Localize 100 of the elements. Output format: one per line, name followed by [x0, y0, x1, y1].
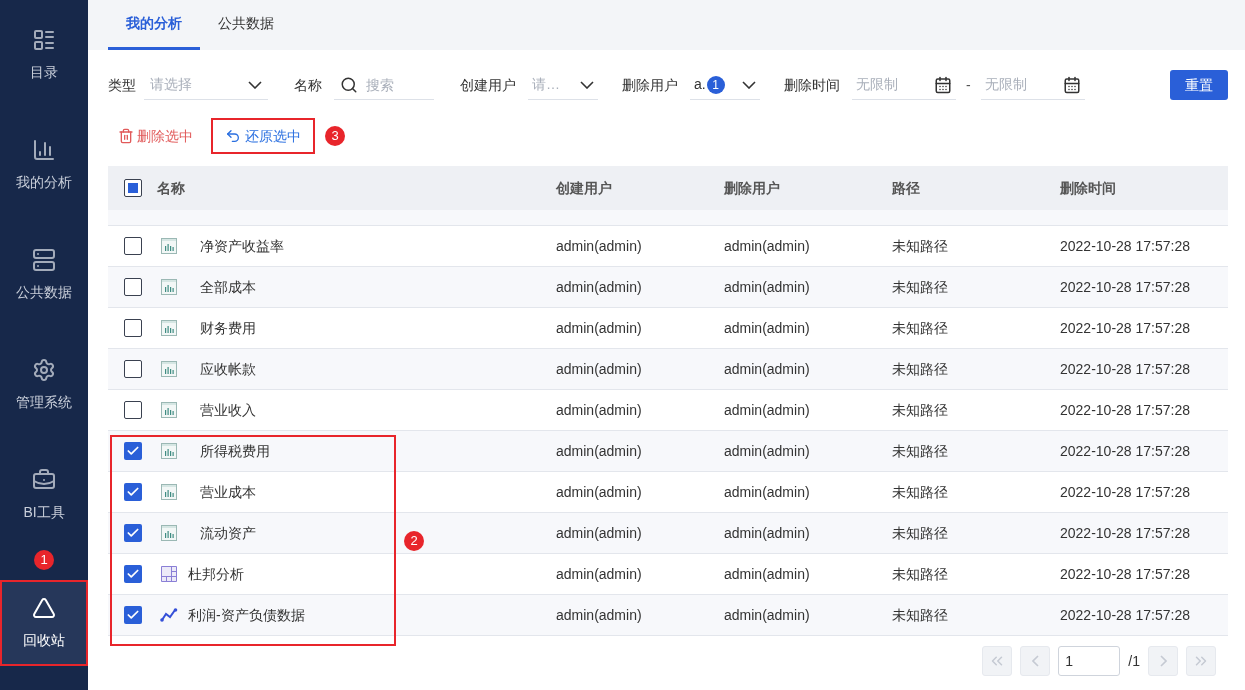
table-cell: admin(admin) [556, 401, 642, 418]
table-cell-text: 所得税费用 [200, 441, 270, 461]
settings-icon [32, 357, 56, 382]
sidebar-item[interactable]: 目录 [0, 0, 88, 110]
filter-label: 删除用户 [622, 75, 678, 95]
table-cell: 2022-10-28 17:57:28 [1060, 442, 1190, 459]
chevron-down-icon [248, 80, 262, 89]
toolbox-icon [32, 467, 56, 492]
bar-chart-icon [161, 320, 177, 336]
check-icon [126, 485, 140, 499]
triangle-icon [32, 595, 56, 620]
check-icon [126, 444, 140, 458]
restore-selected-button[interactable]: 还原选中 [211, 118, 315, 154]
filter-label: 删除时间 [784, 75, 840, 95]
table-cell: 未知路径 [892, 319, 948, 336]
checkbox[interactable] [124, 442, 142, 460]
chevron-left-icon [1031, 655, 1039, 667]
table-cell: admin(admin) [556, 319, 642, 336]
callout-badge: 3 [325, 126, 345, 146]
check-icon [126, 526, 140, 540]
trash-icon [118, 128, 134, 144]
table-cell: admin(admin) [556, 360, 642, 377]
table-cell-text: 营业收入 [200, 400, 256, 420]
table-row[interactable]: 所得税费用 admin(admin) admin(admin) 未知路径 2022-10-28 17:57:28 [108, 431, 1228, 472]
check-icon [126, 608, 140, 622]
bar-chart-icon [161, 238, 177, 254]
checkbox[interactable] [124, 319, 142, 337]
undo-icon [225, 128, 241, 144]
table-cell-text: 流动资产 [200, 523, 256, 543]
table-row[interactable]: 应收帐款 admin(admin) admin(admin) 未知路径 2022-10-28 17:57:28 [108, 349, 1228, 390]
table-cell: 2022-10-28 17:57:28 [1060, 524, 1190, 541]
sidebar-item[interactable]: 回收站 [0, 580, 88, 666]
bar-chart-icon [161, 525, 177, 541]
table-cell: admin(admin) [724, 442, 810, 459]
table-cell: 未知路径 [892, 401, 948, 418]
page-field[interactable]: 1 [1058, 646, 1121, 676]
checkbox[interactable] [124, 237, 142, 255]
table-cell: admin(admin) [724, 319, 810, 336]
table-cell: admin(admin) [724, 278, 810, 295]
column-header: 删除用户 [724, 179, 780, 196]
checkbox[interactable] [124, 401, 142, 419]
table-cell: admin(admin) [556, 606, 642, 623]
grid-icon [161, 566, 177, 582]
chevron-right-icon [1159, 655, 1167, 667]
table-cell: 2022-10-28 17:57:28 [1060, 483, 1190, 500]
checkbox[interactable] [124, 606, 142, 624]
filter-label: 类型 [108, 75, 136, 95]
sidebar-item[interactable]: 公共数据 [0, 220, 88, 330]
table-cell-text: 利润-资产负债数据 [188, 605, 305, 625]
date-separator: - [966, 75, 971, 95]
table-cell: admin(admin) [724, 237, 810, 254]
page-total: /1 [1128, 651, 1140, 671]
table-cell: admin(admin) [724, 565, 810, 582]
table-cell: 未知路径 [892, 237, 948, 254]
checkbox[interactable] [124, 360, 142, 378]
table-cell: admin(admin) [724, 360, 810, 377]
filter-label: 创建用户 [460, 75, 516, 95]
table-cell-text: 财务费用 [200, 318, 256, 338]
table-cell: admin(admin) [556, 442, 642, 459]
table-cell-text: 营业成本 [200, 482, 256, 502]
deleter-select[interactable]: a. 1 [690, 70, 760, 100]
table-cell: admin(admin) [724, 606, 810, 623]
reset-button[interactable]: 重置 [1170, 70, 1228, 100]
table-cell: admin(admin) [556, 278, 642, 295]
search-icon [340, 76, 358, 94]
chevron-down-icon [742, 80, 756, 89]
table-cell: 2022-10-28 17:57:28 [1060, 278, 1190, 295]
table-row[interactable]: 全部成本 admin(admin) admin(admin) 未知路径 2022-10-28 17:57:28 [108, 267, 1228, 308]
table-cell: 2022-10-28 17:57:28 [1060, 360, 1190, 377]
list-icon [32, 27, 56, 52]
delete-selected-button[interactable]: 删除选中 [108, 118, 203, 154]
table-cell-text: 净资产收益率 [200, 236, 284, 256]
table-cell: admin(admin) [556, 483, 642, 500]
bar-chart-icon [161, 443, 177, 459]
checkbox[interactable] [124, 524, 142, 542]
table-cell: 2022-10-28 17:57:28 [1060, 606, 1190, 623]
tab[interactable]: 公共数据 [200, 0, 292, 50]
table-row[interactable]: 利润-资产负债数据 admin(admin) admin(admin) 未知路径 2022-10-28 17:57:28 [108, 595, 1228, 636]
checkbox[interactable] [124, 565, 142, 583]
table-cell: admin(admin) [724, 401, 810, 418]
callout-badge: 1 [34, 550, 54, 570]
bar-chart-icon [161, 402, 177, 418]
table-cell: admin(admin) [556, 237, 642, 254]
table-cell: 未知路径 [892, 606, 948, 623]
table-cell-text: 杜邦分析 [188, 564, 244, 584]
table-cell-text: 应收帐款 [200, 359, 256, 379]
chevron-down-icon [580, 80, 594, 89]
tab[interactable]: 我的分析 [108, 0, 200, 50]
checkbox[interactable] [124, 278, 142, 296]
checkbox[interactable] [124, 483, 142, 501]
search-field[interactable]: 搜索 [334, 70, 434, 100]
sidebar-item[interactable]: 管理系统 [0, 330, 88, 440]
bar-chart-icon [161, 361, 177, 377]
checkbox[interactable] [124, 179, 142, 197]
table-cell: 未知路径 [892, 483, 948, 500]
sidebar-item[interactable]: 我的分析 [0, 110, 88, 220]
table-cell: 2022-10-28 17:57:28 [1060, 565, 1190, 582]
calendar-icon [1062, 75, 1081, 94]
sidebar-item[interactable]: BI工具 [0, 440, 88, 550]
bar-chart-icon [32, 137, 56, 162]
